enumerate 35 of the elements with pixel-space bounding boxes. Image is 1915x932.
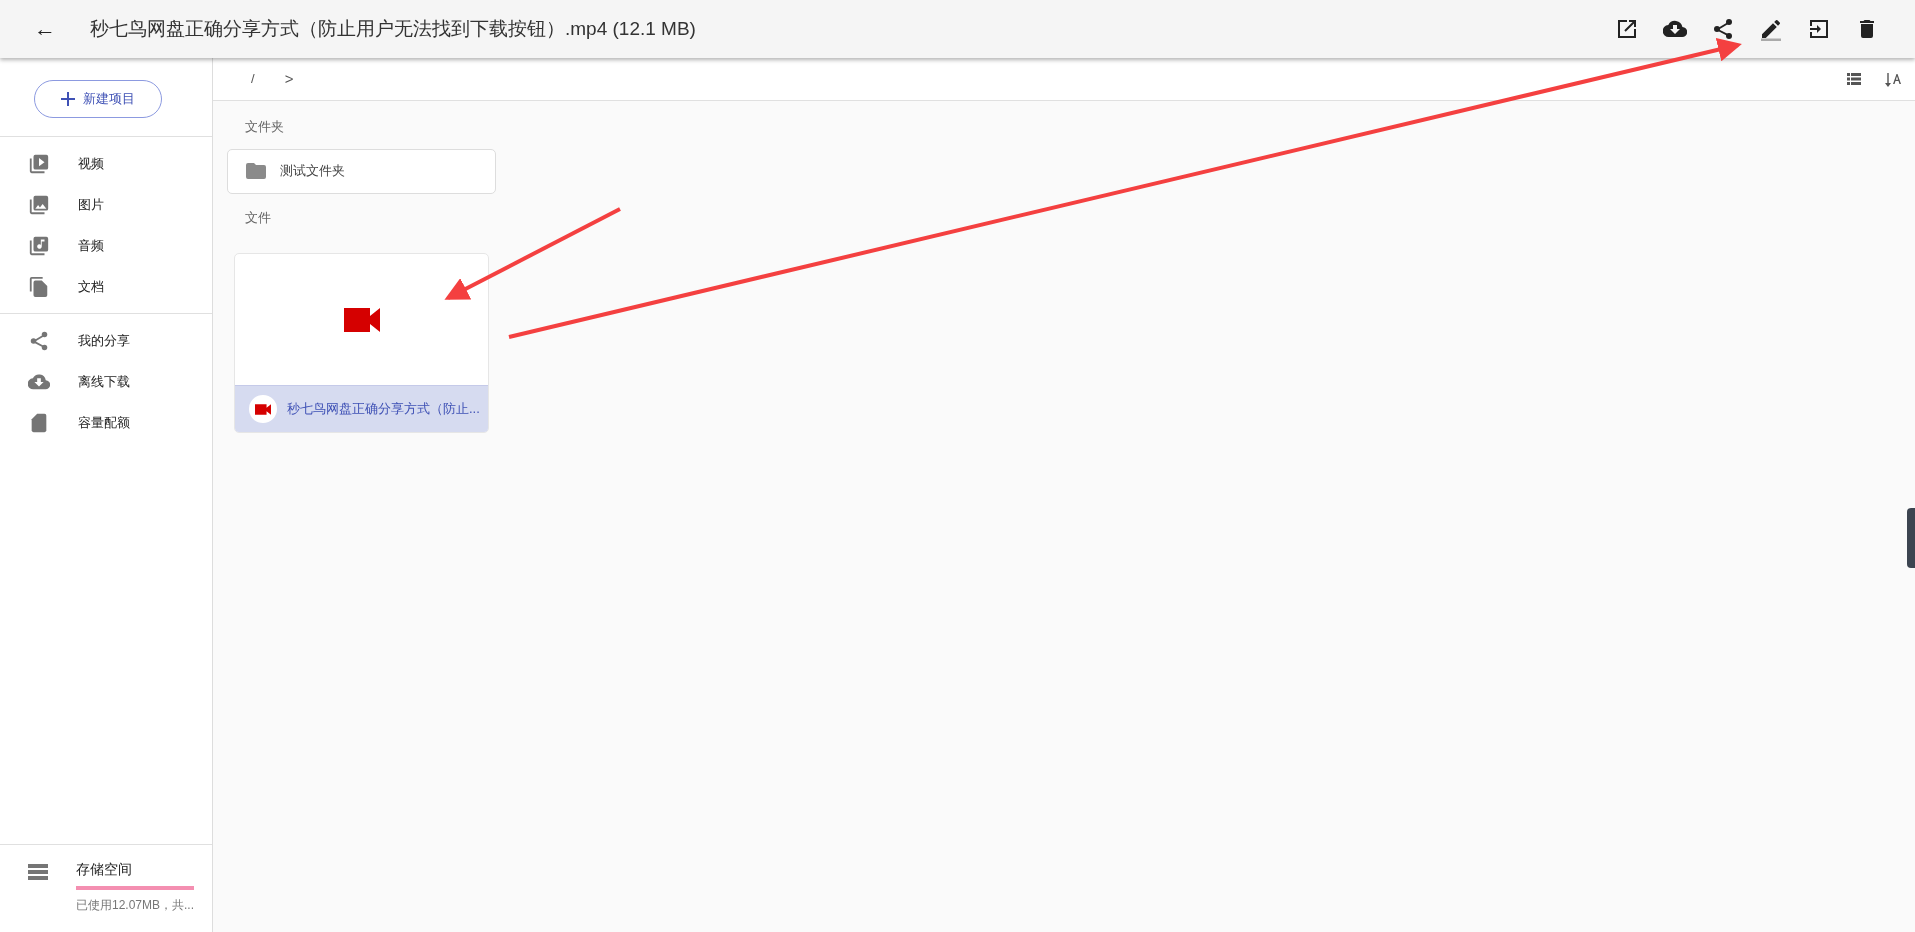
breadcrumb-root[interactable]: / [251,69,255,89]
video-camera-icon [343,306,380,333]
file-name: 秒七鸟网盘正确分享方式（防止... [287,400,480,419]
folder-icon [246,163,266,179]
sidebar-item[interactable]: 容量配额 [0,402,212,443]
photo-library-icon [28,193,50,216]
list-view-icon[interactable] [1847,73,1861,85]
sidebar-item[interactable]: 离线下载 [0,361,212,402]
back-button[interactable]: ← [28,18,62,40]
new-item-button[interactable]: 新建项目 [34,80,162,118]
open-external-icon [1615,17,1639,41]
sidebar-item[interactable]: 我的分享 [0,320,212,361]
sidebar-item[interactable]: 视频 [0,143,212,184]
pencil-icon [1759,17,1783,41]
music-library-icon [28,234,50,257]
document-icon [28,275,50,298]
video-camera-icon [255,403,271,415]
file-card[interactable]: 秒七鸟网盘正确分享方式（防止... [234,253,489,433]
folder-card[interactable]: 测试文件夹 [227,148,496,194]
share-icon [28,329,50,352]
sidebar-item[interactable]: 音频 [0,225,212,266]
section-heading: 文件夹 [244,118,285,136]
sort-icon [1885,72,1901,87]
share-icon [1711,17,1735,41]
breadcrumb-separator: > [284,68,294,89]
window-title: 秒七鸟网盘正确分享方式（防止用户无法找到下载按钮）.mp4 (12.1 MB) [90,16,696,41]
video-library-icon [28,152,50,175]
plus-icon [61,92,75,106]
storage-label: 存储空间 [76,860,133,879]
section-heading: 文件 [244,208,272,227]
move-icon [1807,17,1831,41]
storage-icon [28,863,48,881]
storage-usage: 已使用12.07MB，共... [76,897,195,914]
sidebar-item[interactable]: 文档 [0,266,212,307]
sidebar-item[interactable]: 图片 [0,184,212,225]
